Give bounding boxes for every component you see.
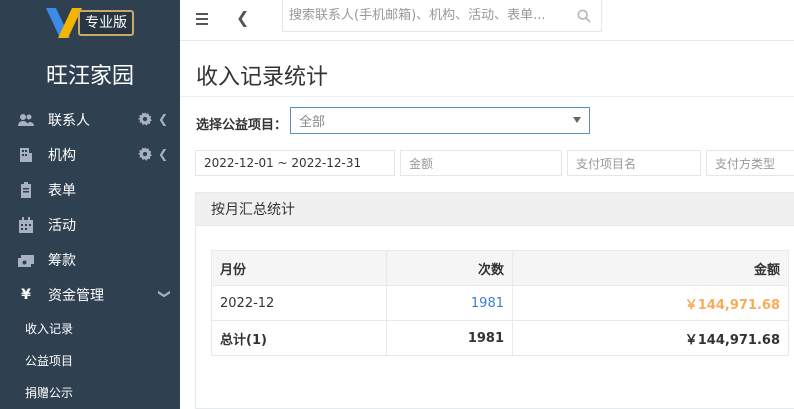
monthly-summary-table: 月份 次数 金额 2022-12 1981 ￥144,971.68 总计(1) … — [211, 250, 789, 356]
gear-icon[interactable] — [137, 147, 152, 161]
gear-icon[interactable] — [137, 112, 152, 126]
sidebar-item-label: 机构 — [48, 147, 76, 164]
sidebar-item-activities[interactable]: 活动 — [0, 207, 180, 242]
calendar-icon — [16, 216, 36, 233]
chevron-left-icon[interactable]: ❮ — [158, 112, 168, 126]
caret-down-icon — [573, 117, 581, 123]
sidebar-subitem-donation-publicity[interactable]: 捐赠公示 — [0, 376, 180, 408]
edition-badge: 专业版 — [78, 10, 134, 36]
org-name: 旺汪家园 — [45, 64, 134, 89]
chevron-down-icon[interactable]: ❮ — [156, 289, 170, 299]
hamburger-menu-icon[interactable] — [196, 10, 212, 30]
sidebar-item-label: 联系人 — [48, 112, 90, 129]
count-link[interactable]: 1981 — [471, 296, 504, 311]
sidebar: 专业版 旺汪家园 联系人 ❮ 机构 ❮ 表单 活动 筹款 ¥ 资金管理 ❮ 收入… — [0, 0, 180, 409]
sidebar-item-organizations[interactable]: 机构 ❮ — [0, 137, 180, 172]
search-icon[interactable] — [577, 8, 591, 23]
back-chevron-icon[interactable]: ❮ — [236, 8, 249, 27]
table-row: 2022-12 1981 ￥144,971.68 — [211, 285, 789, 321]
sidebar-subitem-income-records[interactable]: 收入记录 — [0, 312, 180, 344]
sidebar-subitem-charity-projects[interactable]: 公益项目 — [0, 344, 180, 376]
users-icon — [16, 112, 36, 128]
table-total-row: 总计(1) 1981 ￥144,971.68 — [211, 320, 789, 356]
sidebar-item-label: 活动 — [48, 217, 76, 234]
cell-amount: ￥144,971.68 — [512, 285, 789, 321]
monthly-summary-panel: 按月汇总统计 月份 次数 金额 2022-12 1981 ￥144,971.68… — [195, 192, 794, 409]
pay-item-input[interactable]: 支付项目名 — [567, 150, 701, 176]
building-icon — [16, 147, 36, 163]
project-select[interactable]: 全部 — [290, 107, 590, 134]
cell-month: 2022-12 — [211, 285, 387, 321]
item-tools: ❮ — [156, 287, 170, 301]
col-count: 次数 — [386, 250, 513, 286]
clipboard-icon — [16, 181, 36, 198]
amount-input[interactable]: 金额 — [400, 150, 562, 176]
col-month: 月份 — [211, 250, 387, 286]
sidebar-item-label: 筹款 — [48, 252, 76, 269]
cell-total-count: 1981 — [386, 320, 513, 356]
pay-type-input[interactable]: 支付方类型 — [706, 150, 794, 176]
chevron-left-icon[interactable]: ❮ — [158, 147, 168, 161]
table-header-row: 月份 次数 金额 — [211, 250, 789, 286]
app-logo[interactable]: 专业版 — [44, 6, 136, 40]
project-filter-label: 选择公益项目： — [196, 118, 288, 133]
sidebar-item-label: 表单 — [48, 182, 76, 199]
sidebar-item-label: 资金管理 — [48, 287, 104, 304]
global-search — [282, 0, 602, 32]
date-range-input[interactable]: 2022-12-01 ~ 2022-12-31 — [195, 150, 395, 176]
sidebar-item-fundraising[interactable]: 筹款 — [0, 242, 180, 277]
money-icon — [16, 252, 36, 268]
page-title: 收入记录统计 — [196, 65, 329, 90]
item-tools: ❮ — [137, 112, 168, 126]
col-amount: 金额 — [512, 250, 789, 286]
sidebar-item-forms[interactable]: 表单 — [0, 172, 180, 207]
top-bar: ❮ — [180, 0, 794, 41]
panel-title: 按月汇总统计 — [196, 193, 794, 226]
search-input[interactable] — [289, 8, 577, 23]
sidebar-nav: 联系人 ❮ 机构 ❮ 表单 活动 筹款 ¥ 资金管理 ❮ 收入记录 公益项目 捐… — [0, 102, 180, 408]
cell-total-amount: ￥144,971.68 — [512, 320, 789, 356]
sidebar-item-fund-management[interactable]: ¥ 资金管理 ❮ — [0, 277, 180, 312]
yen-icon: ¥ — [21, 286, 31, 303]
project-select-value: 全部 — [299, 115, 326, 130]
cell-total-label: 总计(1) — [211, 320, 387, 356]
divider — [180, 96, 794, 97]
main-content: 收入记录统计 选择公益项目： 全部 2022-12-01 ~ 2022-12-3… — [180, 41, 794, 409]
sidebar-item-contacts[interactable]: 联系人 ❮ — [0, 102, 180, 137]
item-tools: ❮ — [137, 147, 168, 161]
